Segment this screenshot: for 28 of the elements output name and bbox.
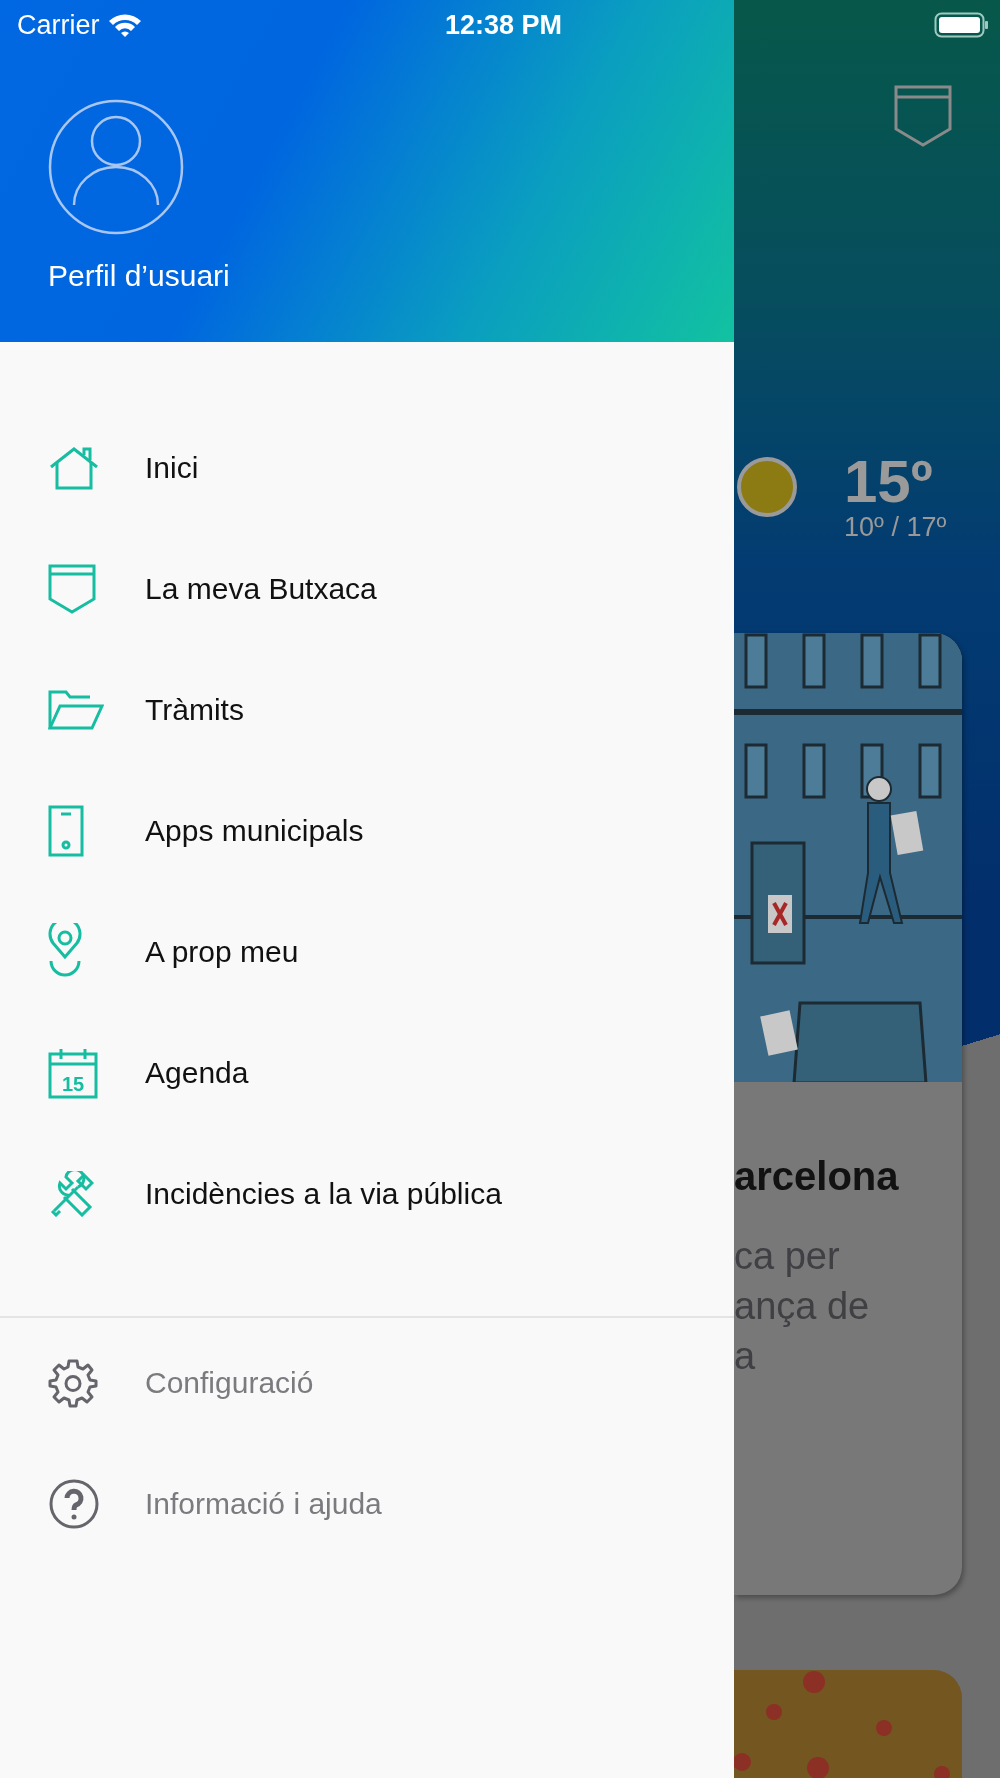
card-title: arcelona [734, 1154, 899, 1199]
menu-item[interactable]: Tràmits [0, 649, 734, 770]
menu-item[interactable]: A prop meu [0, 891, 734, 1012]
sun-icon [736, 456, 798, 518]
temperature-range: 10º / 17º [844, 512, 947, 543]
menu-item[interactable]: 15 Agenda [0, 1012, 734, 1133]
avatar-icon[interactable] [48, 99, 184, 235]
home-icon [48, 445, 100, 490]
phone-icon [48, 804, 84, 857]
carrier-name: Carrier [17, 9, 100, 41]
profile-name[interactable]: Perfil d’usuari [48, 259, 734, 293]
pocket-icon[interactable] [894, 85, 952, 147]
pocket-icon [48, 563, 96, 614]
temperature: 15º [844, 450, 934, 514]
menu-item[interactable]: Incidències a la via pública [0, 1133, 734, 1254]
menu-item[interactable]: Apps municipals [0, 770, 734, 891]
menu-item[interactable]: Inici [0, 407, 734, 528]
wifi-icon [107, 13, 142, 37]
menu-item[interactable]: Configuració [0, 1322, 734, 1443]
help-icon [48, 1477, 100, 1530]
tools-icon [48, 1170, 94, 1217]
folder-icon [48, 689, 104, 730]
clock-time: 12:38 PM [444, 9, 563, 40]
card-text: ca per ança de a [734, 1234, 870, 1379]
settings-icon [48, 1357, 98, 1408]
menu-item[interactable]: Informació i ajuda [0, 1443, 734, 1564]
battery-icon [934, 12, 990, 38]
menu-item[interactable]: La meva Butxaca [0, 528, 734, 649]
